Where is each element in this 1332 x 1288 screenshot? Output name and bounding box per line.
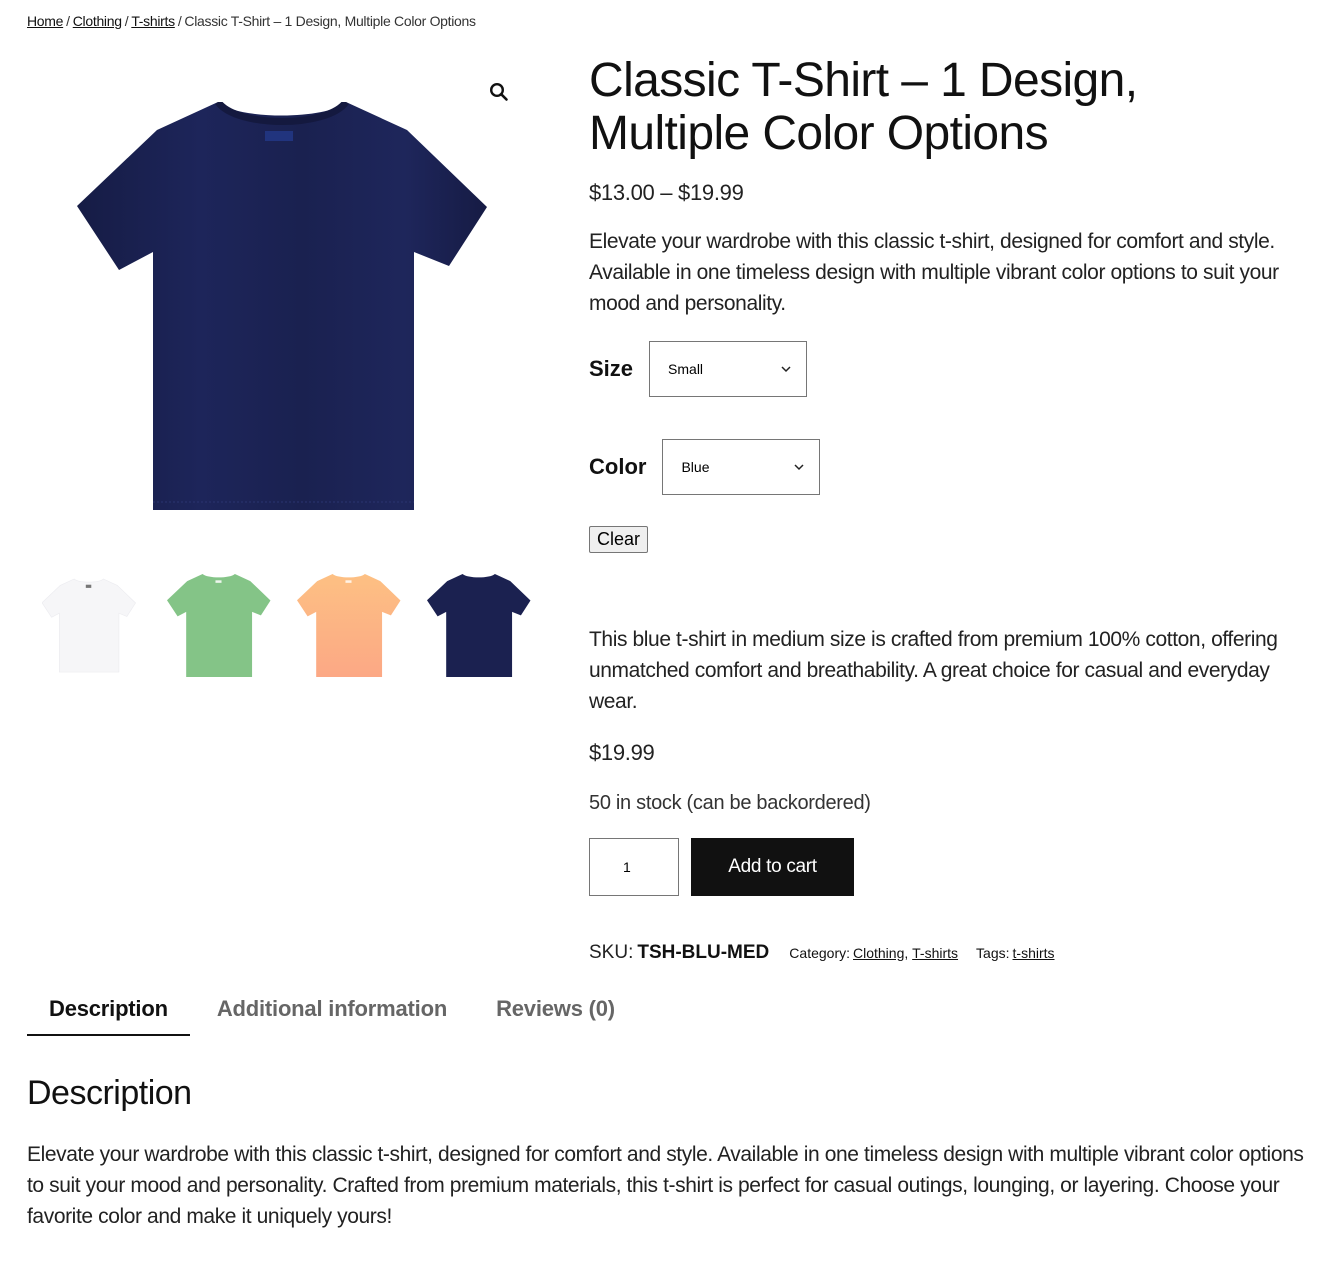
thumbnail-list <box>37 572 531 680</box>
thumbnail-orange[interactable] <box>297 572 401 680</box>
chevron-down-icon <box>794 464 804 471</box>
breadcrumb-current: Classic T-Shirt – 1 Design, Multiple Col… <box>184 13 476 29</box>
color-selected-value: Blue <box>681 459 710 475</box>
description-heading: Description <box>27 1074 192 1112</box>
product-summary: Classic T-Shirt – 1 Design, Multiple Col… <box>589 54 1304 319</box>
add-to-cart-button[interactable]: Add to cart <box>691 838 854 896</box>
sku-value: TSH-BLU-MED <box>637 942 770 963</box>
tags-label: Tags: <box>976 945 1010 961</box>
breadcrumb-separator: / <box>177 13 182 29</box>
tab-reviews[interactable]: Reviews (0) <box>474 996 637 1036</box>
breadcrumb: Home / Clothing / T-shirts / Classic T-Shirt –… <box>27 13 476 29</box>
breadcrumb-clothing[interactable]: Clothing <box>73 13 122 29</box>
main-product-image[interactable] <box>27 58 537 538</box>
color-select[interactable]: Blue <box>662 439 821 495</box>
thumbnail-navy[interactable] <box>427 572 531 680</box>
thumbnail-white[interactable] <box>37 572 141 680</box>
breadcrumb-separator: / <box>66 13 70 29</box>
color-label: Color <box>589 454 647 479</box>
tab-description[interactable]: Description <box>27 996 190 1036</box>
stock-status: 50 in stock (can be backordered) <box>589 792 871 814</box>
product-tabs: Description Additional information Revie… <box>27 996 642 1036</box>
tab-additional-information[interactable]: Additional information <box>195 996 469 1036</box>
category-link-clothing[interactable]: Clothing <box>853 945 904 961</box>
navy-tshirt-thumbnail <box>427 574 531 677</box>
size-select[interactable]: Small <box>649 341 808 397</box>
category-separator: , <box>904 945 913 961</box>
breadcrumb-tshirts[interactable]: T-shirts <box>131 13 175 29</box>
color-variation-row: Color Blue <box>589 439 821 495</box>
quantity-input[interactable] <box>589 838 679 896</box>
size-label: Size <box>589 356 634 381</box>
navy-tshirt-image <box>77 102 487 510</box>
size-variation-row: Size Small <box>589 341 808 397</box>
tag-link-tshirts[interactable]: t-shirts <box>1013 945 1055 961</box>
product-meta: SKU: TSH-BLU-MED Category: Clothing, T-s… <box>589 942 1055 964</box>
short-description: Elevate your wardrobe with this classic … <box>589 230 1279 315</box>
green-tshirt-thumbnail <box>167 574 271 677</box>
sku-label: SKU: <box>589 942 634 963</box>
orange-tshirt-thumbnail <box>297 574 401 677</box>
white-tshirt-thumbnail <box>42 578 136 673</box>
category-label: Category: <box>789 945 850 961</box>
description-body: Elevate your wardrobe with this classic … <box>27 1143 1304 1228</box>
magnifier-icon <box>489 82 508 101</box>
thumbnail-green[interactable] <box>167 572 271 680</box>
price-range: $13.00 – $19.99 <box>589 180 744 205</box>
variation-description: This blue t-shirt in medium size is craf… <box>589 628 1278 713</box>
category-link-tshirts[interactable]: T-shirts <box>912 945 958 961</box>
variation-price: $19.99 <box>589 740 655 765</box>
breadcrumb-separator: / <box>124 13 129 29</box>
clear-variations-button[interactable]: Clear <box>589 526 649 553</box>
breadcrumb-home[interactable]: Home <box>27 13 63 29</box>
product-title: Classic T-Shirt – 1 Design, Multiple Col… <box>589 54 1138 160</box>
chevron-down-icon <box>781 366 791 373</box>
size-selected-value: Small <box>668 361 704 377</box>
product-gallery <box>27 58 537 677</box>
image-zoom-button[interactable] <box>485 78 513 106</box>
